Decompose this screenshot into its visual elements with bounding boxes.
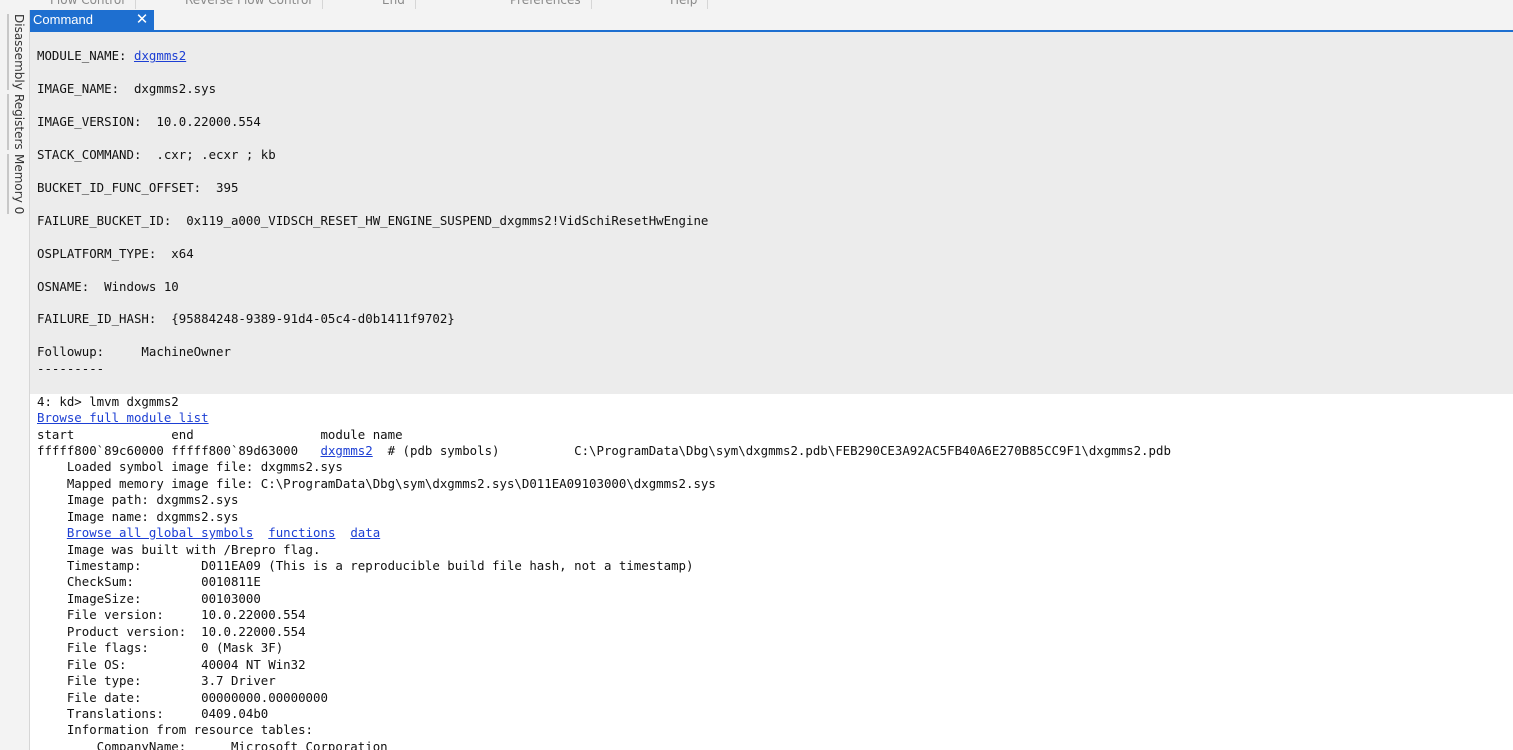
stack-command-line: STACK_COMMAND: .cxr; .ecxr ; kb xyxy=(37,147,276,163)
detail-line: Product version: 10.0.22000.554 xyxy=(37,623,306,639)
command-output: MODULE_NAME: dxgmms2 IMAGE_NAME: dxgmms2… xyxy=(30,32,1513,750)
detail-line: Loaded symbol image file: dxgmms2.sys xyxy=(37,459,343,475)
output-lines: MODULE_NAME: dxgmms2 IMAGE_NAME: dxgmms2… xyxy=(37,32,1171,750)
ribbon-tab-reverse-flow-control[interactable]: Reverse Flow Control xyxy=(175,0,323,9)
detail-line: File version: 10.0.22000.554 xyxy=(37,607,306,623)
detail-line: File type: 3.7 Driver xyxy=(37,673,276,689)
osname-line: OSNAME: Windows 10 xyxy=(37,278,179,294)
ribbon-tab-help[interactable]: Help xyxy=(660,0,709,9)
module-row-link[interactable]: dxgmms2 xyxy=(320,443,372,458)
detail-line: Timestamp: D011EA09 (This is a reproduci… xyxy=(37,558,694,573)
ribbon-tab-flow-control[interactable]: Flow Control xyxy=(40,0,136,9)
functions-link[interactable]: functions xyxy=(268,525,335,540)
tab-command[interactable]: Command ✕ xyxy=(30,10,154,30)
bucket-id-func-offset-line: BUCKET_ID_FUNC_OFFSET: 395 xyxy=(37,179,239,195)
detail-line: Image name: dxgmms2.sys xyxy=(37,508,239,524)
side-tab-registers[interactable]: Registers xyxy=(7,94,26,150)
browse-all-global-symbols-link[interactable]: Browse all global symbols xyxy=(67,525,254,540)
detail-line: Image path: dxgmms2.sys xyxy=(37,492,239,508)
separator-line: --------- xyxy=(37,360,105,376)
command-prompt-line: 4: kd> lmvm dxgmms2 xyxy=(37,393,179,409)
detail-line: File flags: 0 (Mask 3F) xyxy=(37,640,284,656)
detail-line: CompanyName: Microsoft Corporation xyxy=(37,738,388,750)
browse-full-module-list-link[interactable]: Browse full module list xyxy=(37,410,209,425)
failure-id-hash-line: FAILURE_ID_HASH: {95884248-9389-91d4-05c… xyxy=(37,311,455,327)
close-icon[interactable]: ✕ xyxy=(134,10,150,30)
side-tab-bar: Disassembly Registers Memory 0 xyxy=(0,10,30,750)
detail-line: File date: 00000000.00000000 xyxy=(37,689,328,705)
ribbon-tab-preferences[interactable]: Preferences xyxy=(500,0,592,9)
osplatform-type-line: OSPLATFORM_TYPE: x64 xyxy=(37,245,194,261)
image-name-line: IMAGE_NAME: dxgmms2.sys xyxy=(37,81,217,97)
image-version-line: IMAGE_VERSION: 10.0.22000.554 xyxy=(37,114,261,130)
followup-line: Followup: MachineOwner xyxy=(37,344,231,360)
ribbon-tab-end[interactable]: End xyxy=(372,0,416,9)
detail-line: ImageSize: 00103000 xyxy=(37,590,261,606)
detail-line: Information from resource tables: xyxy=(37,722,314,738)
detail-line: Translations: 0409.04b0 xyxy=(37,705,269,721)
document-tab-strip: Command ✕ xyxy=(30,10,1513,32)
detail-line: Image was built with /Brepro flag. xyxy=(37,541,321,557)
failure-bucket-id-line: FAILURE_BUCKET_ID: 0x119_a000_VIDSCH_RES… xyxy=(37,212,709,228)
data-link[interactable]: data xyxy=(350,525,380,540)
side-tab-memory[interactable]: Memory 0 xyxy=(7,154,26,215)
detail-line: CheckSum: 0010811E xyxy=(37,574,261,590)
browse-links-line: Browse all global symbols functions data xyxy=(37,525,1171,541)
module-name-line: MODULE_NAME: dxgmms2 xyxy=(37,48,187,64)
side-tab-disassembly[interactable]: Disassembly xyxy=(7,14,26,90)
tab-command-label: Command xyxy=(33,12,93,27)
detail-line: File OS: 40004 NT Win32 xyxy=(37,656,306,672)
module-row: fffff800`89c60000 fffff800`89d63000 dxgm… xyxy=(37,442,1171,458)
module-table-header: start end module name xyxy=(37,426,403,442)
module-name-link[interactable]: dxgmms2 xyxy=(134,48,186,63)
detail-line: Mapped memory image file: C:\ProgramData… xyxy=(37,475,716,491)
